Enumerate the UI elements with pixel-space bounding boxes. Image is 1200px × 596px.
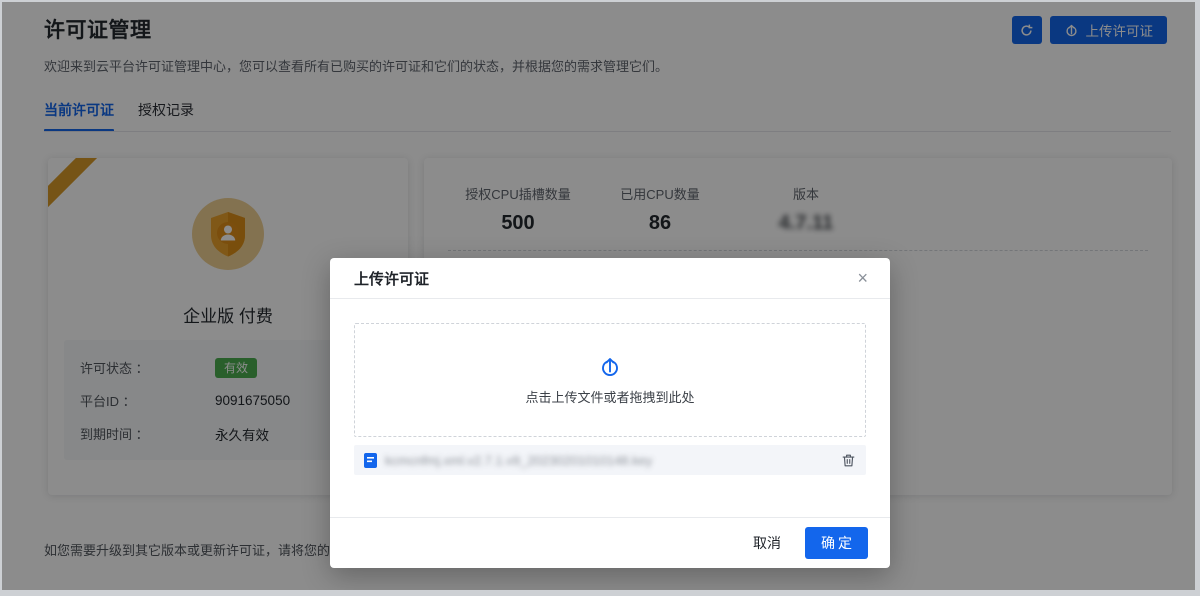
upload-dropzone[interactable]: 点击上传文件或者拖拽到此处 [354, 323, 866, 437]
cloud-upload-icon [598, 355, 622, 379]
delete-file-button[interactable] [841, 453, 856, 468]
close-icon[interactable]: × [855, 269, 870, 287]
upload-license-modal: 上传许可证 × 点击上传文件或者拖拽到此处 [330, 258, 890, 568]
trash-icon [841, 453, 856, 468]
license-management-page: 许可证管理 欢迎来到云平台许可证管理中心，您可以查看所有已购买的许可证和它们的状… [2, 2, 1195, 590]
uploaded-file-row: kcmcnfmj.xml.v2.7.1.v9_20230201010148.ke… [354, 445, 866, 475]
browser-frame: 许可证管理 欢迎来到云平台许可证管理中心，您可以查看所有已购买的许可证和它们的状… [0, 0, 1200, 596]
dropzone-hint: 点击上传文件或者拖拽到此处 [525, 387, 694, 406]
modal-footer: 取消 确定 [330, 517, 890, 568]
file-name-masked: kcmcnfmj.xml.v2.7.1.v9_20230201010148.ke… [385, 453, 841, 468]
confirm-button[interactable]: 确定 [805, 527, 868, 559]
modal-title: 上传许可证 [354, 268, 855, 289]
modal-body: 点击上传文件或者拖拽到此处 kcmcnfmj.xml.v2.7.1.v9_202… [330, 299, 890, 475]
cancel-button[interactable]: 取消 [751, 529, 783, 557]
modal-header: 上传许可证 × [330, 258, 890, 299]
file-icon [364, 453, 377, 468]
